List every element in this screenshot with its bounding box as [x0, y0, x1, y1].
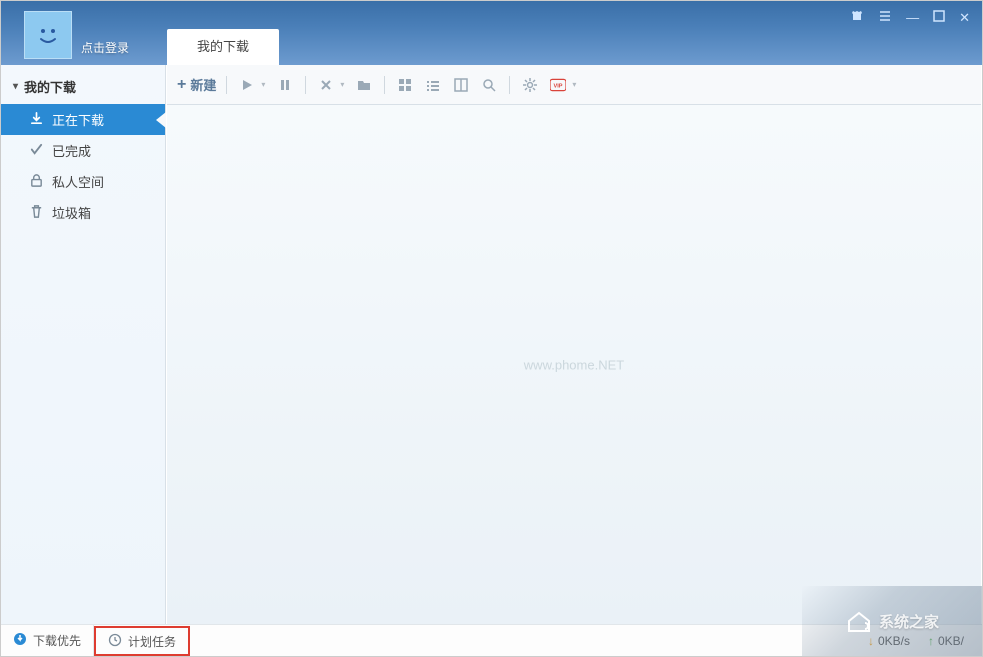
separator: [509, 76, 510, 94]
maximize-icon[interactable]: [933, 10, 945, 25]
chevron-down-icon[interactable]: ▾: [261, 80, 265, 89]
arrow-up-icon: ↑: [928, 634, 934, 648]
scheduled-tasks-button[interactable]: 计划任务: [94, 626, 190, 656]
search-button[interactable]: [479, 75, 499, 95]
skin-icon[interactable]: [850, 9, 864, 26]
chevron-down-icon[interactable]: ▾: [572, 80, 576, 89]
sidebar: ▾ 我的下载 正在下载 已完成 私人空间 垃圾箱: [1, 65, 166, 624]
sidebar-item-private[interactable]: 私人空间: [1, 166, 165, 197]
sidebar-item-label: 已完成: [52, 141, 91, 160]
chevron-down-icon[interactable]: ▾: [340, 80, 344, 89]
priority-label: 下载优先: [33, 632, 81, 649]
check-icon: [29, 142, 44, 160]
download-icon: [29, 111, 44, 129]
priority-icon: [13, 632, 27, 649]
header: 点击登录 我的下载 — ✕: [1, 1, 982, 65]
folder-button[interactable]: [354, 75, 374, 95]
download-speed-value: 0KB/s: [878, 634, 910, 648]
vip-button[interactable]: VIP: [548, 75, 568, 95]
sidebar-item-downloading[interactable]: 正在下载: [1, 104, 165, 135]
sidebar-item-label: 私人空间: [52, 172, 104, 191]
separator: [305, 76, 306, 94]
toolbar: + 新建 ▾ ▾ VIP ▾: [167, 65, 981, 105]
download-priority-button[interactable]: 下载优先: [1, 625, 94, 656]
download-speed: ↓ 0KB/s: [868, 634, 910, 648]
upload-speed-value: 0KB/: [938, 634, 964, 648]
start-button[interactable]: [237, 75, 257, 95]
panel-button[interactable]: [451, 75, 471, 95]
list-view-button[interactable]: [423, 75, 443, 95]
plus-icon: +: [177, 76, 186, 94]
watermark-text: www.phome.NET: [524, 357, 624, 372]
separator: [384, 76, 385, 94]
upload-speed: ↑ 0KB/: [928, 634, 964, 648]
sidebar-item-label: 垃圾箱: [52, 203, 91, 222]
sidebar-item-label: 正在下载: [52, 110, 104, 129]
settings-button[interactable]: [520, 75, 540, 95]
separator: [226, 76, 227, 94]
status-bar: 下载优先 计划任务 ↓ 0KB/s ↑ 0KB/: [1, 624, 982, 656]
delete-button[interactable]: [316, 75, 336, 95]
login-label[interactable]: 点击登录: [81, 39, 129, 56]
arrow-down-icon: ↓: [868, 634, 874, 648]
new-label: 新建: [190, 75, 216, 94]
main-content: www.phome.NET: [167, 105, 981, 624]
avatar[interactable]: [24, 11, 72, 59]
window-controls: — ✕: [850, 9, 970, 26]
sidebar-title: 我的下载: [24, 77, 76, 96]
sidebar-item-completed[interactable]: 已完成: [1, 135, 165, 166]
new-button[interactable]: + 新建: [177, 75, 216, 94]
collapse-icon: ▾: [13, 81, 18, 92]
clock-icon: [108, 633, 122, 650]
sidebar-header[interactable]: ▾ 我的下载: [1, 65, 165, 104]
status-right: ↓ 0KB/s ↑ 0KB/: [868, 634, 982, 648]
tab-my-downloads[interactable]: 我的下载: [167, 29, 279, 65]
sidebar-item-trash[interactable]: 垃圾箱: [1, 197, 165, 228]
svg-text:VIP: VIP: [554, 83, 563, 89]
menu-icon[interactable]: [878, 9, 892, 26]
lock-icon: [29, 173, 44, 191]
close-icon[interactable]: ✕: [959, 10, 970, 26]
minimize-icon[interactable]: —: [906, 10, 919, 25]
pause-button[interactable]: [275, 75, 295, 95]
trash-icon: [29, 204, 44, 222]
schedule-label: 计划任务: [128, 633, 176, 650]
grid-view-button[interactable]: [395, 75, 415, 95]
